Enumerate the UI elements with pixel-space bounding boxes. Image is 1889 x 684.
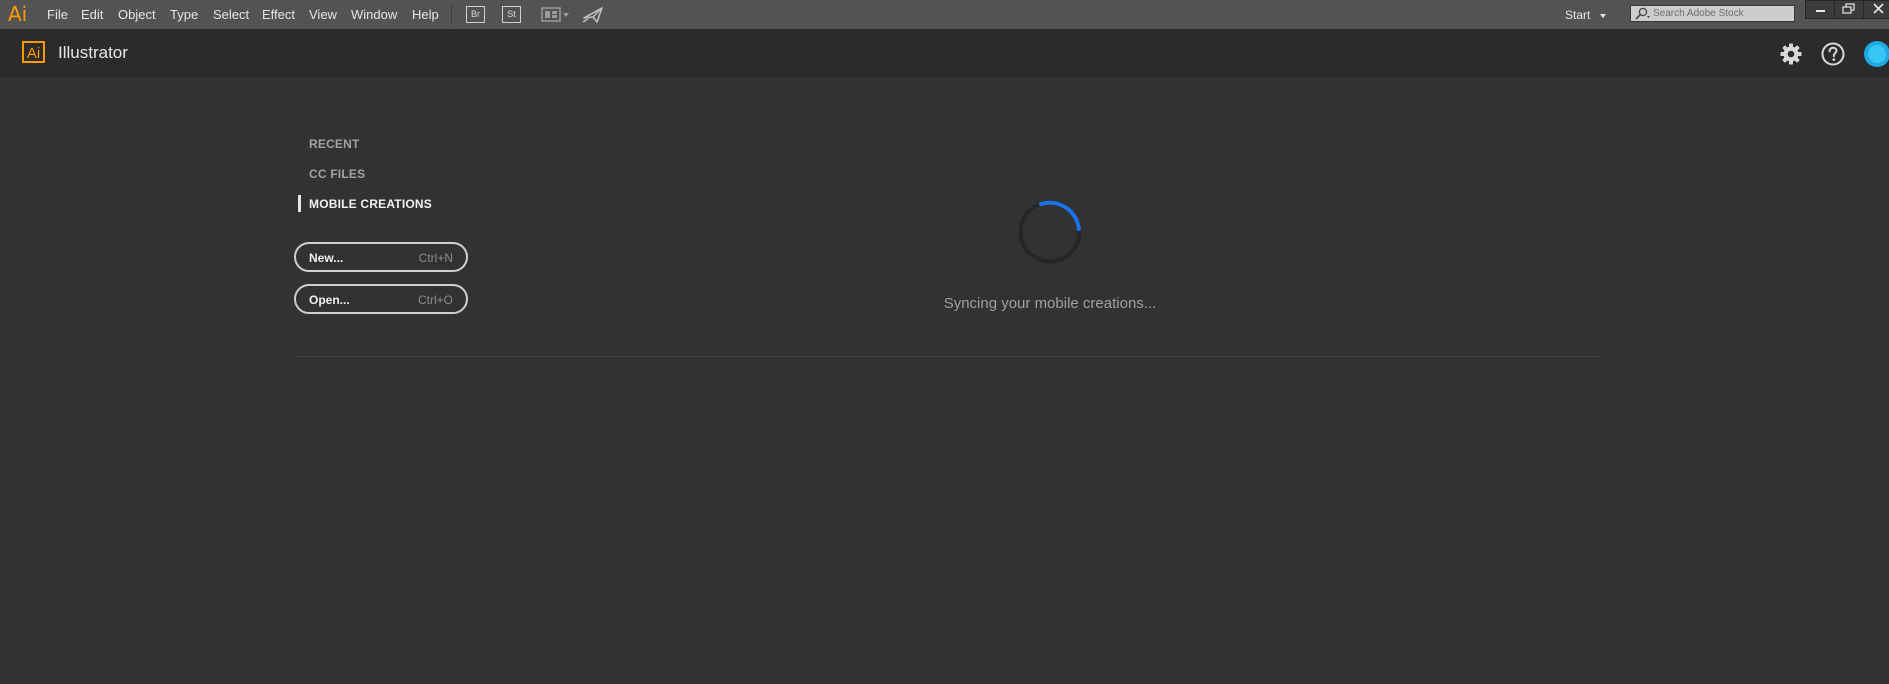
nav-cc-files[interactable]: CC FILES — [309, 167, 365, 181]
menu-type[interactable]: Type — [170, 7, 198, 23]
menu-help[interactable]: Help — [412, 7, 439, 23]
nav-mobile-creations[interactable]: MOBILE CREATIONS — [309, 197, 432, 211]
help-icon[interactable] — [1821, 42, 1845, 66]
gpu-performance-icon[interactable] — [582, 6, 604, 24]
menu-file[interactable]: File — [47, 7, 68, 23]
content-divider — [294, 356, 1599, 357]
menu-effect[interactable]: Effect — [262, 7, 295, 23]
menu-select[interactable]: Select — [213, 7, 249, 23]
new-button-label: New... — [309, 251, 344, 265]
menu-edit[interactable]: Edit — [81, 7, 103, 23]
search-icon — [1635, 7, 1650, 20]
stock-button[interactable]: St — [502, 6, 521, 23]
app-title-bar: Ai Illustrator — [0, 30, 1889, 77]
creative-cloud-icon[interactable] — [1864, 41, 1889, 67]
sync-status-text: Syncing your mobile creations... — [943, 295, 1157, 312]
stock-search[interactable] — [1630, 5, 1795, 22]
bridge-button[interactable]: Br — [466, 6, 485, 23]
menu-window[interactable]: Window — [351, 7, 397, 23]
menu-view[interactable]: View — [309, 7, 337, 23]
gear-icon[interactable] — [1779, 42, 1803, 66]
arrange-documents-icon[interactable] — [541, 7, 571, 23]
chevron-down-icon — [1600, 13, 1607, 18]
menu-bar: Ai File Edit Object Type Select Effect V… — [0, 0, 1889, 30]
restore-icon — [1842, 3, 1855, 14]
close-button[interactable] — [1863, 0, 1889, 19]
restore-button[interactable] — [1834, 0, 1864, 19]
new-shortcut: Ctrl+N — [418, 251, 453, 265]
nav-recent[interactable]: RECENT — [309, 137, 360, 151]
minimize-icon — [1816, 10, 1825, 12]
loading-spinner-icon — [1018, 200, 1082, 264]
minimize-button[interactable] — [1805, 0, 1835, 19]
app-title: Illustrator — [58, 43, 128, 62]
menu-separator — [451, 5, 452, 25]
menu-object[interactable]: Object — [118, 7, 156, 23]
creative-cloud-icon-center — [1868, 45, 1886, 63]
active-nav-indicator — [298, 195, 301, 212]
new-button[interactable]: New... Ctrl+N — [294, 242, 468, 272]
workspace-label: Start — [1565, 8, 1591, 22]
app-mini-logo[interactable]: Ai — [8, 3, 27, 25]
illustrator-logo: Ai — [22, 41, 45, 63]
close-icon — [1873, 3, 1884, 14]
search-input[interactable] — [1653, 6, 1791, 21]
workspace-switcher[interactable]: Start — [1565, 7, 1607, 23]
